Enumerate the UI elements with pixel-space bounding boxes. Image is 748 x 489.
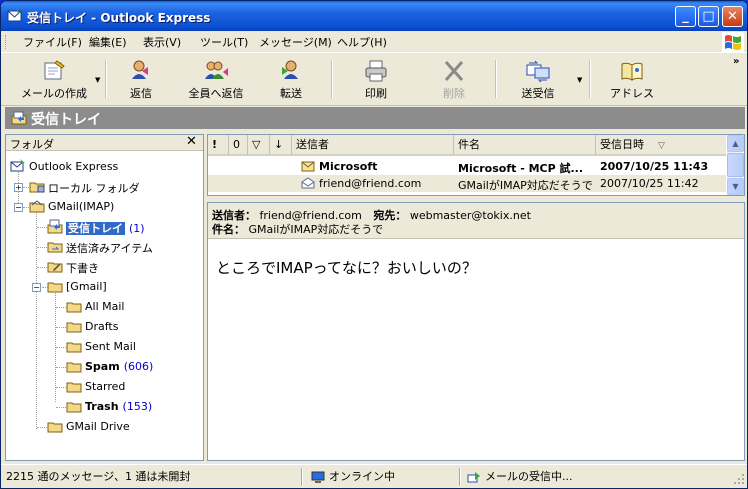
message-row[interactable]: friend@friend.com GMailがIMAP対応だそうで 2007/… — [208, 175, 726, 192]
menu-file[interactable]: ファイル(F) — [23, 34, 82, 50]
reply-all-button[interactable]: 全員へ返信 — [181, 56, 251, 102]
print-button[interactable]: 印刷 — [347, 56, 405, 102]
forward-button[interactable]: 転送 — [263, 56, 319, 102]
preview-subject: GMailがIMAP対応だそうで — [248, 223, 384, 236]
menu-view[interactable]: 表示(V) — [143, 34, 181, 50]
windows-logo-icon — [722, 32, 744, 52]
local-folders-icon — [29, 182, 45, 193]
new-mail-icon — [44, 60, 65, 80]
toolbar-overflow-chevron-icon[interactable]: » — [733, 56, 739, 67]
outlook-express-icon — [10, 159, 25, 172]
send-receive-icon — [526, 60, 550, 83]
menu-help[interactable]: ヘルプ(H) — [337, 34, 387, 50]
expand-local-folders-icon[interactable]: + — [14, 183, 23, 192]
receiving-mail-icon — [467, 471, 480, 482]
close-button[interactable]: ✕ — [722, 6, 743, 27]
menu-edit[interactable]: 編集(E) — [89, 34, 127, 50]
folder-pane-header: フォルダ ✕ — [6, 134, 203, 151]
compose-button[interactable]: メールの作成 — [13, 56, 95, 102]
toolbar: メールの作成 ▼ 返信 全員へ返信 転送 印刷 削除 送受信 ▼ アドレス » — [1, 54, 747, 106]
drafts-icon — [47, 262, 63, 273]
send-receive-button[interactable]: 送受信 — [507, 56, 569, 102]
collapse-gmail-imap-icon[interactable]: − — [14, 203, 23, 212]
reply-button[interactable]: 返信 — [113, 56, 169, 102]
message-row[interactable]: Microsoft Microsoft - MCP 試... 2007/10/2… — [208, 158, 726, 175]
menu-tools[interactable]: ツール(T) — [200, 34, 248, 50]
current-folder-title: 受信トレイ — [31, 112, 101, 128]
col-priority[interactable]: ! — [208, 135, 229, 155]
resize-grip-icon[interactable] — [733, 473, 745, 485]
forward-icon — [282, 60, 298, 79]
folder-icon — [66, 402, 82, 413]
folder-pane: フォルダ ✕ + − − Outlook Express ローカル フォルダ G… — [5, 134, 204, 461]
unread-envelope-icon — [301, 161, 315, 172]
folder-icon — [47, 422, 63, 433]
message-list-header: ! 0 ▽ ↓ 送信者 件名 受信日時 ▽ — [208, 135, 726, 156]
menu-message[interactable]: メッセージ(M) — [259, 34, 332, 50]
computer-online-icon — [311, 471, 325, 483]
col-received[interactable]: 受信日時 ▽ — [596, 135, 726, 155]
folder-icon — [47, 282, 63, 293]
menu-grip[interactable] — [5, 35, 8, 49]
read-envelope-icon — [301, 177, 315, 189]
folder-icon — [66, 362, 82, 373]
message-list-scrollbar[interactable]: ▲ ▼ — [727, 135, 744, 195]
maximize-button[interactable]: □ — [698, 6, 719, 27]
delete-button[interactable]: 削除 — [425, 56, 483, 102]
col-flag[interactable]: ▽ — [248, 135, 270, 155]
folder-tree: + − − Outlook Express ローカル フォルダ GMail(IM… — [6, 152, 203, 460]
folder-pane-close-icon[interactable]: ✕ — [186, 134, 197, 149]
menu-bar: ファイル(F) 編集(E) 表示(V) ツール(T) メッセージ(M) ヘルプ(… — [1, 31, 747, 53]
preview-header: 送信者： friend@friend.com 宛先： webmaster@tok… — [208, 203, 744, 239]
minimize-button[interactable]: _ — [675, 6, 696, 27]
col-subject[interactable]: 件名 — [454, 135, 596, 155]
outlook-express-window: 受信トレイ - Outlook Express _ □ ✕ ファイル(F) 編集… — [0, 0, 748, 489]
compose-dropdown-icon[interactable]: ▼ — [95, 76, 100, 84]
sent-items-icon — [47, 242, 63, 253]
title-bar[interactable]: 受信トレイ - Outlook Express _ □ ✕ — [1, 1, 747, 31]
folder-icon — [66, 302, 82, 313]
addresses-button[interactable]: アドレス — [601, 56, 663, 102]
preview-to: webmaster@tokix.net — [409, 209, 531, 222]
window-title: 受信トレイ - Outlook Express — [27, 11, 211, 25]
delete-x-icon — [444, 61, 464, 81]
printer-icon — [365, 60, 387, 82]
preview-pane: 送信者： friend@friend.com 宛先： webmaster@tok… — [207, 202, 745, 461]
col-attachment[interactable]: 0 — [229, 135, 248, 155]
folder-icon — [66, 342, 82, 353]
reply-all-icon — [205, 61, 228, 79]
folder-icon — [66, 322, 82, 333]
status-bar: 2215 通のメッセージ、1 通は未開封 オンライン中 メールの受信中... — [1, 464, 747, 488]
collapse-gmail-folder-icon[interactable]: − — [32, 283, 41, 292]
col-from[interactable]: 送信者 — [292, 135, 454, 155]
folder-icon — [66, 382, 82, 393]
sort-descending-icon: ▽ — [658, 141, 665, 151]
inbox-icon — [11, 111, 27, 125]
status-receiving: メールの受信中... — [467, 467, 573, 486]
imap-server-icon — [29, 200, 45, 213]
message-list: ! 0 ▽ ↓ 送信者 件名 受信日時 ▽ Microsoft Microsoft… — [207, 134, 745, 196]
address-book-icon — [621, 62, 643, 81]
reply-icon — [132, 60, 148, 79]
scroll-up-arrow-icon[interactable]: ▲ — [727, 135, 744, 152]
status-message-count: 2215 通のメッセージ、1 通は未開封 — [6, 470, 191, 483]
current-folder-header: 受信トレイ — [5, 107, 745, 129]
status-online: オンライン中 — [311, 467, 395, 486]
inbox-icon — [47, 219, 63, 234]
scroll-down-arrow-icon[interactable]: ▼ — [727, 178, 744, 195]
preview-body[interactable]: ところでIMAPってなに？おいしいの？ — [216, 257, 477, 278]
send-receive-dropdown-icon[interactable]: ▼ — [577, 76, 582, 84]
outlook-express-icon — [7, 9, 22, 22]
col-download[interactable]: ↓ — [270, 135, 292, 155]
scroll-thumb[interactable] — [727, 153, 744, 177]
